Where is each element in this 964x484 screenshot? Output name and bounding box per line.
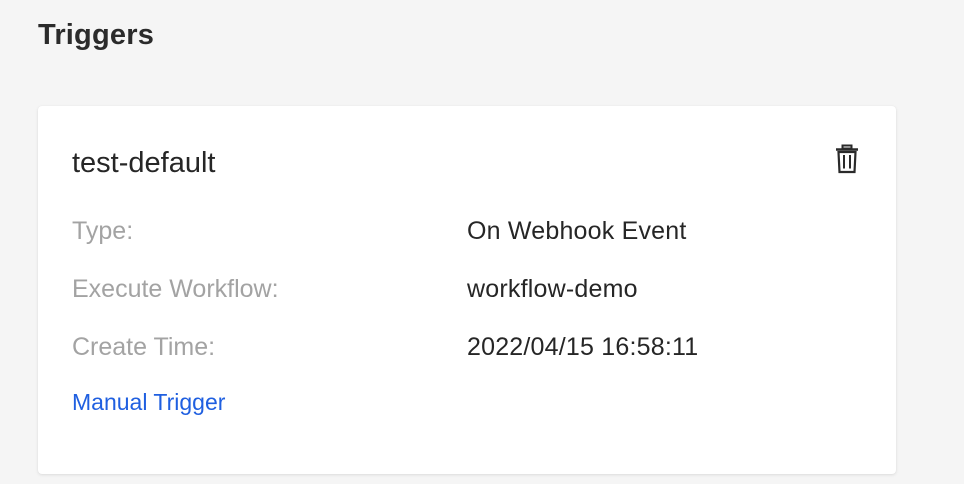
execute-workflow-label: Execute Workflow: [72,275,279,303]
create-time-value: 2022/04/15 16:58:11 [467,333,699,361]
execute-workflow-value: workflow-demo [467,275,638,303]
type-value: On Webhook Event [467,217,687,245]
trash-icon [836,144,858,174]
trigger-card: test-default Type: On Webhook Event Exec… [38,106,896,474]
manual-trigger-link[interactable]: Manual Trigger [72,387,225,417]
execute-workflow-row: Execute Workflow: workflow-demo [72,272,862,306]
create-time-row: Create Time: 2022/04/15 16:58:11 [72,330,862,364]
page-title: Triggers [38,19,155,51]
trigger-name: test-default [72,147,216,179]
delete-trigger-button[interactable] [831,142,863,176]
type-row: Type: On Webhook Event [72,214,862,248]
type-label: Type: [72,217,134,245]
create-time-label: Create Time: [72,333,216,361]
